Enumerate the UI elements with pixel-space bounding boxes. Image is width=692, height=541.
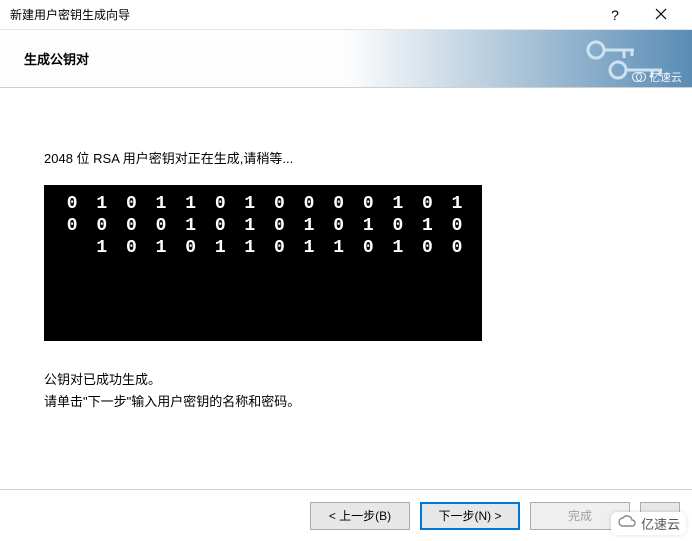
back-button[interactable]: < 上一步(B) [310, 502, 410, 530]
close-button[interactable] [638, 0, 684, 30]
header-watermark: 亿速云 [632, 69, 682, 85]
help-icon: ? [611, 7, 619, 23]
wizard-button-row: < 上一步(B) 下一步(N) > 完成 > [0, 489, 692, 541]
titlebar: 新建用户密钥生成向导 ? [0, 0, 692, 30]
close-icon [655, 7, 667, 23]
success-message: 公钥对已成功生成。 请单击"下一步"输入用户密钥的名称和密码。 [44, 369, 648, 413]
cloud-icon [617, 515, 637, 532]
wizard-heading: 生成公钥对 [24, 49, 89, 68]
success-line-2: 请单击"下一步"输入用户密钥的名称和密码。 [44, 391, 648, 413]
binary-animation: 0 1 0 1 1 0 1 0 0 0 0 1 0 1 0 1 0 1 1 0 … [44, 185, 482, 341]
success-line-1: 公钥对已成功生成。 [44, 369, 648, 391]
wizard-content: 2048 位 RSA 用户密钥对正在生成,请稍等... 0 1 0 1 1 0 … [0, 88, 692, 489]
wizard-header: 生成公钥对 亿速云 [0, 30, 692, 88]
generation-status: 2048 位 RSA 用户密钥对正在生成,请稍等... [44, 148, 648, 167]
help-button[interactable]: ? [592, 0, 638, 30]
next-button[interactable]: 下一步(N) > [420, 502, 520, 530]
brand-text: 亿速云 [641, 514, 680, 533]
brand-logo: 亿速云 [611, 512, 686, 535]
window-title: 新建用户密钥生成向导 [10, 6, 592, 23]
watermark-text: 亿速云 [649, 69, 682, 85]
